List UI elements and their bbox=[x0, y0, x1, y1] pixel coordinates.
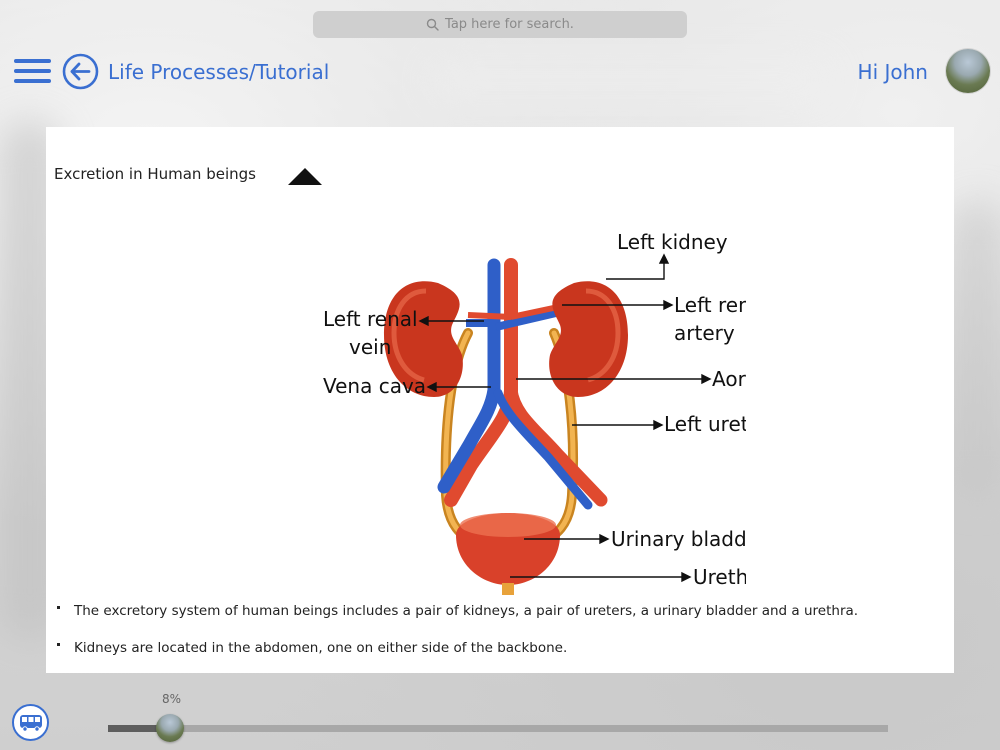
triangle-up-icon[interactable] bbox=[288, 167, 322, 185]
renal-artery-right bbox=[467, 312, 512, 320]
label-vena-cava: Vena cava bbox=[323, 374, 426, 398]
aorta-branch bbox=[504, 383, 608, 507]
excretory-system-diagram: Left kidney Left renal artery Left renal… bbox=[323, 230, 746, 595]
label-left-renal-vein-2: vein bbox=[349, 335, 391, 359]
background-shape bbox=[955, 200, 1000, 500]
label-left-renal-vein-1: Left renal bbox=[323, 307, 418, 331]
label-urethra: Urethra bbox=[693, 565, 746, 589]
label-left-kidney: Left kidney bbox=[617, 230, 728, 254]
user-greeting: Hi John bbox=[857, 60, 928, 84]
label-left-renal-artery-1: Left renal bbox=[674, 293, 746, 317]
label-aorta: Aorta bbox=[712, 367, 746, 391]
progress-percent: 8% bbox=[162, 692, 182, 706]
tutorial-card: Excretion in Human beings Left kidney Le… bbox=[46, 127, 954, 673]
progress-thumb[interactable] bbox=[156, 714, 185, 742]
bus-icon bbox=[19, 714, 42, 732]
label-urinary-bladder: Urinary bladder bbox=[611, 527, 746, 551]
progress-slider[interactable] bbox=[108, 714, 888, 742]
search-icon bbox=[426, 18, 439, 31]
label-left-renal-artery-2: artery bbox=[674, 321, 735, 345]
back-arrow-circle-icon[interactable] bbox=[62, 53, 99, 90]
avatar[interactable] bbox=[946, 49, 990, 93]
list-item: The excretory system of human beings inc… bbox=[54, 603, 944, 619]
label-left-ureter: Left ureter bbox=[664, 412, 746, 436]
list-item: Kidneys are located in the abdomen, one … bbox=[54, 640, 944, 656]
search-placeholder: Tap here for search. bbox=[445, 17, 574, 32]
section-title: Excretion in Human beings bbox=[54, 165, 256, 183]
bullet-list: The excretory system of human beings inc… bbox=[54, 603, 944, 677]
hamburger-menu-icon[interactable] bbox=[14, 59, 51, 85]
breadcrumb[interactable]: Life Processes/Tutorial bbox=[108, 60, 329, 84]
bus-button[interactable] bbox=[12, 704, 49, 741]
background-shape bbox=[430, 60, 830, 100]
urethra bbox=[502, 583, 514, 595]
search-bar[interactable]: Tap here for search. bbox=[313, 11, 687, 38]
